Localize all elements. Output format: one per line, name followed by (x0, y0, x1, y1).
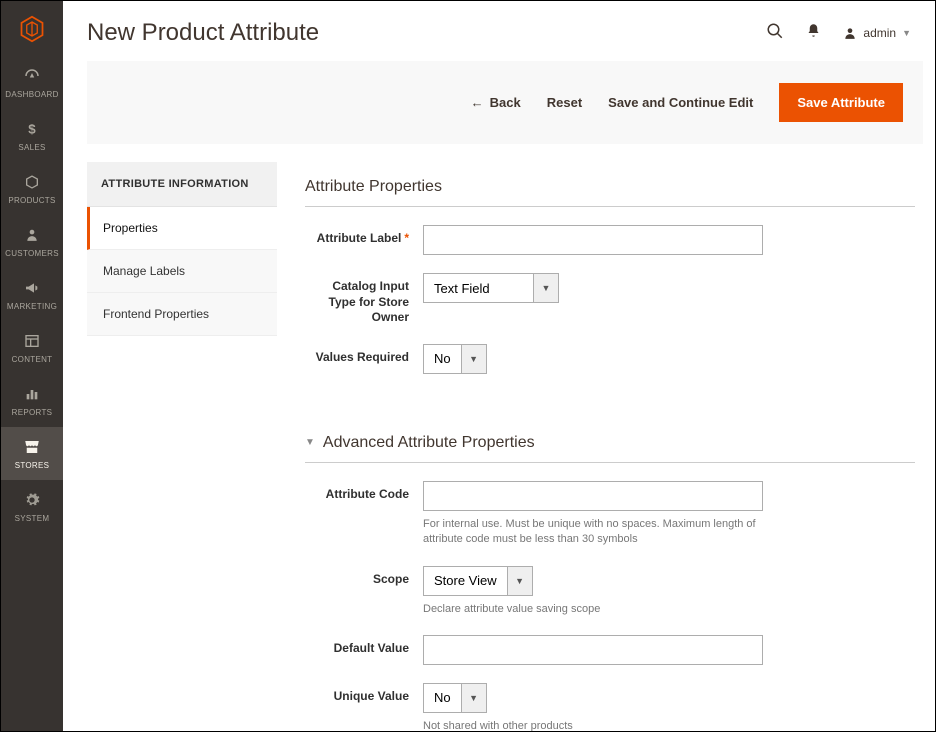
chevron-down-icon: ▼ (902, 28, 911, 38)
unique-value-select[interactable]: No ▼ (423, 683, 487, 713)
search-icon[interactable] (766, 22, 784, 45)
tab-manage-labels[interactable]: Manage Labels (87, 250, 277, 293)
catalog-input-type-select[interactable]: Text Field ▼ (423, 273, 559, 303)
attribute-label-input[interactable] (423, 225, 763, 255)
admin-sidebar: DASHBOARD $ SALES PRODUCTS CUSTOMERS MAR… (1, 1, 63, 731)
nav-label: SYSTEM (15, 514, 50, 523)
section-advanced-properties[interactable]: ▼ Advanced Attribute Properties (305, 418, 915, 463)
store-icon (22, 437, 42, 457)
person-icon (22, 225, 42, 245)
field-label-text: Values Required (305, 344, 423, 374)
megaphone-icon (22, 278, 42, 298)
attribute-code-input[interactable] (423, 481, 763, 511)
cube-icon (22, 172, 42, 192)
action-bar: ← Back Reset Save and Continue Edit Save… (87, 61, 923, 144)
field-catalog-input-type: Catalog Input Type for Store Owner Text … (305, 273, 915, 326)
admin-label: admin (863, 26, 896, 40)
layout-icon (22, 331, 42, 351)
chevron-down-icon: ▼ (305, 437, 315, 448)
field-label-text: Default Value (305, 635, 423, 665)
nav-label: REPORTS (12, 408, 53, 417)
nav-label: DASHBOARD (5, 90, 58, 99)
field-hint: Not shared with other products (423, 719, 763, 731)
field-label-text: Attribute Code (305, 481, 423, 548)
select-value: Text Field (423, 273, 533, 303)
nav-content[interactable]: CONTENT (1, 321, 63, 374)
top-bar: New Product Attribute admin ▼ (63, 1, 935, 61)
reset-button[interactable]: Reset (547, 95, 582, 110)
dashboard-icon (22, 66, 42, 86)
section-title-text: Advanced Attribute Properties (323, 434, 535, 452)
attribute-info-tabs: ATTRIBUTE INFORMATION Properties Manage … (87, 162, 277, 731)
scope-select[interactable]: Store View ▼ (423, 566, 533, 596)
back-button[interactable]: ← Back (471, 95, 521, 110)
nav-label: SALES (18, 143, 45, 152)
field-hint: Declare attribute value saving scope (423, 602, 763, 617)
field-attribute-label: Attribute Label* (305, 225, 915, 255)
section-attribute-properties: Attribute Properties (305, 162, 915, 207)
chevron-down-icon: ▼ (507, 566, 533, 596)
save-continue-button[interactable]: Save and Continue Edit (608, 95, 753, 110)
nav-dashboard[interactable]: DASHBOARD (1, 56, 63, 109)
notifications-icon[interactable] (806, 23, 821, 43)
field-label-text: Scope (305, 566, 423, 617)
nav-label: CUSTOMERS (5, 249, 59, 258)
magento-logo[interactable] (1, 1, 63, 56)
user-icon (843, 26, 857, 40)
nav-customers[interactable]: CUSTOMERS (1, 215, 63, 268)
field-default-value: Default Value (305, 635, 915, 665)
field-label-text: Attribute Label (317, 231, 402, 245)
values-required-select[interactable]: No ▼ (423, 344, 487, 374)
tab-properties[interactable]: Properties (87, 207, 277, 250)
nav-label: STORES (15, 461, 50, 470)
field-scope: Scope Store View ▼ Declare attribute val… (305, 566, 915, 617)
arrow-left-icon: ← (471, 95, 484, 110)
field-hint: For internal use. Must be unique with no… (423, 517, 763, 548)
svg-text:$: $ (28, 122, 36, 137)
nav-label: CONTENT (12, 355, 53, 364)
field-label-text: Unique Value (305, 683, 423, 731)
page-title: New Product Attribute (87, 19, 766, 47)
nav-system[interactable]: SYSTEM (1, 480, 63, 533)
select-value: Store View (423, 566, 507, 596)
nav-label: MARKETING (7, 302, 57, 311)
back-label: Back (490, 95, 521, 110)
nav-stores[interactable]: STORES (1, 427, 63, 480)
chevron-down-icon: ▼ (533, 273, 559, 303)
field-values-required: Values Required No ▼ (305, 344, 915, 374)
tabs-header: ATTRIBUTE INFORMATION (87, 162, 277, 207)
form-area: Attribute Properties Attribute Label* Ca… (305, 162, 923, 731)
default-value-input[interactable] (423, 635, 763, 665)
nav-reports[interactable]: REPORTS (1, 374, 63, 427)
bars-icon (22, 384, 42, 404)
save-attribute-button[interactable]: Save Attribute (779, 83, 903, 122)
field-label-text: Catalog Input Type for Store Owner (305, 273, 423, 326)
chevron-down-icon: ▼ (461, 344, 487, 374)
tab-frontend-properties[interactable]: Frontend Properties (87, 293, 277, 336)
nav-sales[interactable]: $ SALES (1, 109, 63, 162)
select-value: No (423, 344, 461, 374)
dollar-icon: $ (22, 119, 42, 139)
nav-marketing[interactable]: MARKETING (1, 268, 63, 321)
chevron-down-icon: ▼ (461, 683, 487, 713)
nav-products[interactable]: PRODUCTS (1, 162, 63, 215)
nav-label: PRODUCTS (8, 196, 55, 205)
admin-menu[interactable]: admin ▼ (843, 26, 911, 40)
field-attribute-code: Attribute Code For internal use. Must be… (305, 481, 915, 548)
gear-icon (22, 490, 42, 510)
required-mark: * (404, 231, 409, 245)
field-unique-value: Unique Value No ▼ Not shared with other … (305, 683, 915, 731)
select-value: No (423, 683, 461, 713)
